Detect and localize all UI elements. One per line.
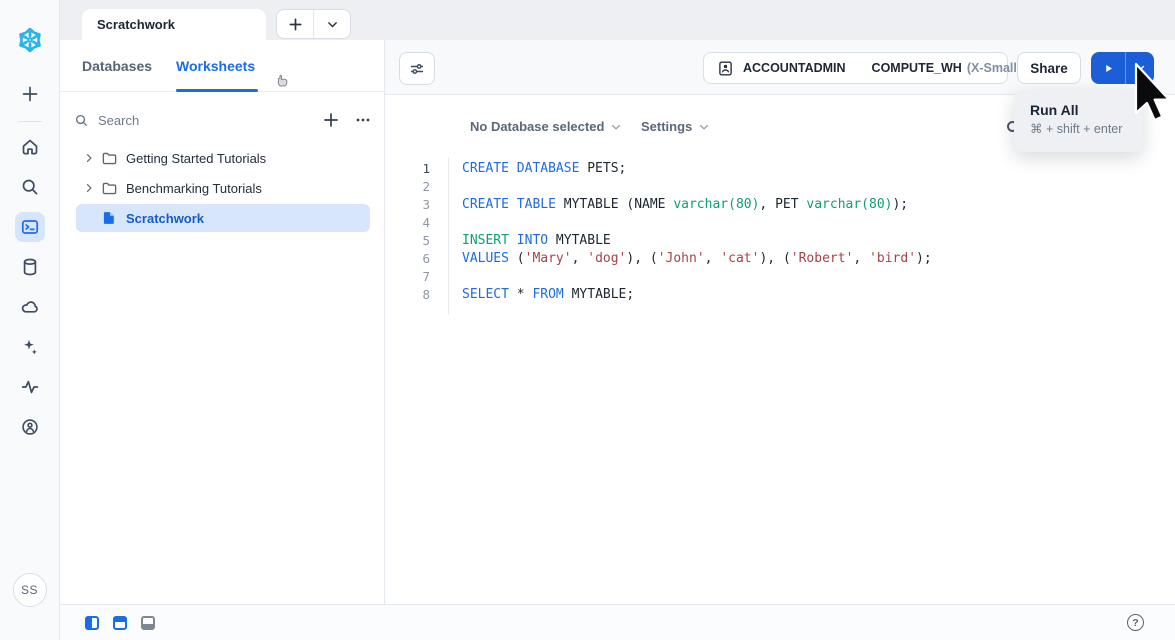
plus-icon [20,84,40,104]
layout-left-panel-button[interactable] [85,616,99,630]
run-all-shortcut: ⌘ + shift + enter [1030,121,1143,136]
marketplace-nav-button[interactable] [15,292,45,322]
projects-worksheets-nav-button[interactable] [15,212,45,242]
home-icon [20,137,40,157]
tree-item-folder[interactable]: Benchmarking Tutorials [76,174,370,202]
search-nav-button[interactable] [15,172,45,202]
tab-databases[interactable]: Databases [82,58,152,74]
question-icon: ? [1132,617,1138,629]
governance-nav-button[interactable] [15,412,45,442]
chevron-down-icon [1134,62,1146,74]
sidebar-search-row [74,106,371,134]
rail-divider [18,121,42,122]
tree-item-label: Scratchwork [126,211,204,226]
layout-bottom-panel-button[interactable] [141,616,155,630]
warehouse-label: COMPUTE_WH [872,61,962,75]
warehouse-size-label: (X-Small) [967,61,1021,75]
activity-icon [20,377,40,397]
database-selector-label: No Database selected [470,119,604,134]
layout-left-icon [87,618,92,628]
active-tab-underline [176,89,258,92]
user-badge-icon [717,60,734,77]
folder-icon [101,150,118,167]
folder-icon [101,180,118,197]
worksheet-tab-label: Scratchwork [97,17,175,32]
layout-bottom-icon [143,624,153,629]
user-avatar[interactable]: SS [13,573,47,607]
add-worksheet-button[interactable] [323,112,339,128]
status-bar: ? [60,604,1175,640]
create-button[interactable] [15,79,45,109]
ai-ml-nav-button[interactable] [15,332,45,362]
run-options-button[interactable] [1125,52,1154,84]
sidebar: Databases Worksheets [60,40,385,604]
share-button-label: Share [1030,61,1068,76]
help-button[interactable]: ? [1127,614,1144,631]
run-button[interactable] [1091,52,1125,84]
chevron-right-icon [83,152,95,164]
settings-menu-label: Settings [641,119,692,134]
data-nav-button[interactable] [15,252,45,282]
file-icon [101,210,118,227]
shield-user-icon [20,417,40,437]
chevron-down-icon [610,121,622,133]
chevron-right-icon [83,182,95,194]
tab-worksheets[interactable]: Worksheets [176,58,255,74]
code-area[interactable]: CREATE DATABASE PETS; CREATE TABLE MYTAB… [462,160,932,304]
layout-top-panel-button[interactable] [113,616,127,630]
context-selector[interactable]: ACCOUNTADMIN COMPUTE_WH (X-Small) [703,52,1008,84]
magnifier-icon [74,113,89,128]
play-icon [1102,62,1115,75]
search-icon [20,177,40,197]
more-options-button[interactable] [355,112,371,128]
tree-item-folder[interactable]: Getting Started Tutorials [76,144,370,172]
run-all-menu-item[interactable]: Run All ⌘ + shift + enter [1014,90,1143,152]
gutter-border [448,158,449,314]
sql-editor: No Database selected Settings 12345678 C… [385,95,1175,604]
layout-top-icon [115,618,125,622]
settings-menu[interactable]: Settings [641,119,710,134]
tree-item-label: Getting Started Tutorials [126,151,266,166]
nav-rail: SS [0,0,60,640]
tree-item-worksheet-selected[interactable]: Scratchwork [76,204,370,232]
tab-strip: Scratchwork [60,0,1175,40]
tree-item-label: Benchmarking Tutorials [126,181,262,196]
sparkles-icon [20,337,40,357]
new-worksheet-tab-button[interactable] [277,10,313,38]
worksheet-tab[interactable]: Scratchwork [82,9,266,40]
sliders-icon [408,60,426,78]
tab-list-dropdown-button[interactable] [313,10,350,38]
line-number-gutter: 12345678 [385,160,430,304]
database-selector[interactable]: No Database selected [470,119,622,134]
role-label: ACCOUNTADMIN [743,61,846,75]
chevron-down-icon [326,18,339,31]
user-initials: SS [21,583,38,597]
database-icon [20,257,40,277]
tab-actions [276,9,351,39]
run-button-group [1091,52,1154,84]
worksheet-toolbar: ACCOUNTADMIN COMPUTE_WH (X-Small) Share [385,40,1175,95]
share-button[interactable]: Share [1017,52,1081,84]
snowflake-logo-icon[interactable] [15,25,45,55]
home-nav-button[interactable] [15,132,45,162]
terminal-icon [20,217,40,237]
search-input[interactable] [98,113,323,128]
activity-nav-button[interactable] [15,372,45,402]
app-window: Scratchwork [0,0,1175,640]
filters-button[interactable] [399,52,435,85]
chevron-down-icon [698,121,710,133]
run-all-label: Run All [1030,102,1143,118]
cloud-icon [20,297,40,317]
plus-icon [288,17,303,32]
sidebar-tabs: Databases Worksheets [60,40,384,92]
sidebar-search-actions [323,112,371,128]
